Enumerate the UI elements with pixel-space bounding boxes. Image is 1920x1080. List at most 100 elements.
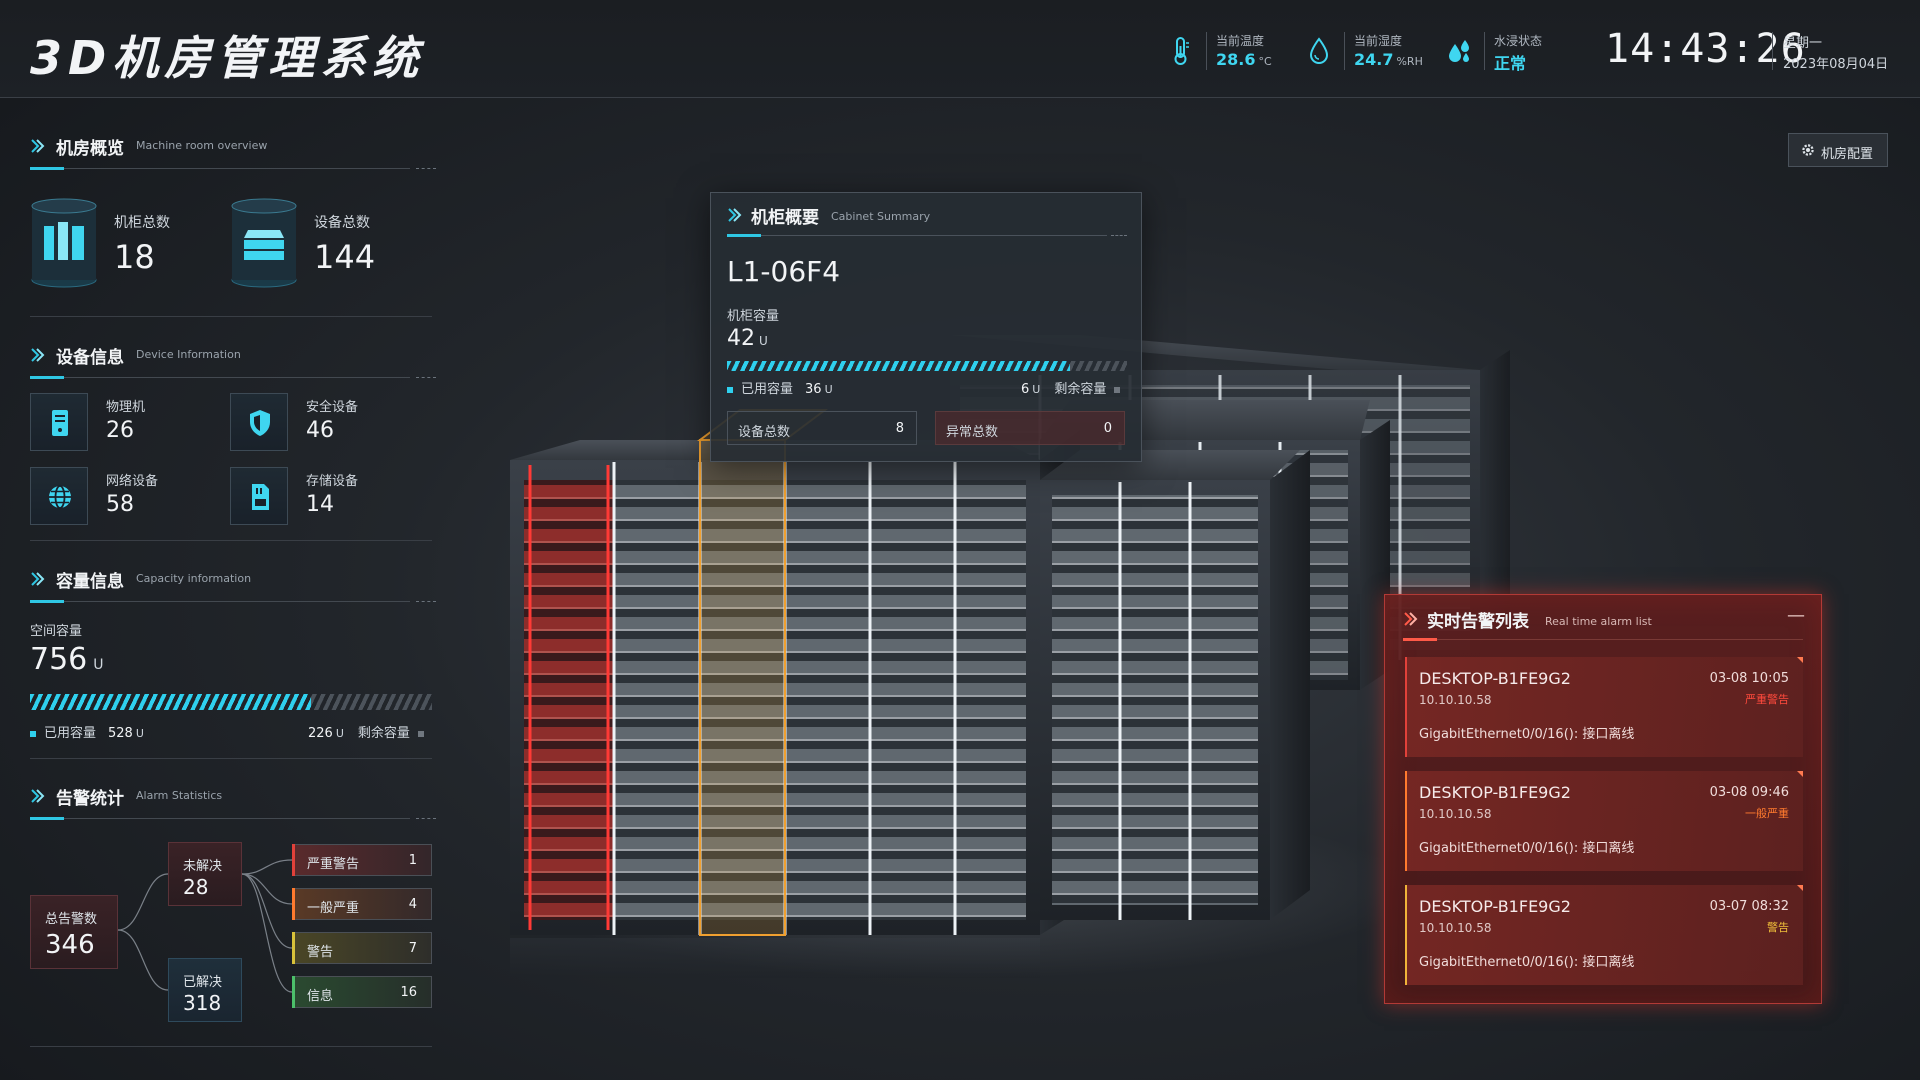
divider — [30, 818, 410, 819]
section-overview-header: 机房概览 Machine room overview — [30, 134, 436, 170]
alarm-host: DESKTOP-B1FE9G2 — [1419, 897, 1571, 916]
divider — [30, 540, 432, 541]
space-capacity-value: 756 U — [30, 642, 104, 677]
alarm-time: 03-08 10:05 — [1709, 671, 1789, 686]
divider — [30, 316, 432, 317]
device-total-label: 设备总数 — [314, 215, 370, 231]
clock-time: 14:43:26 — [1605, 26, 1806, 72]
alarm-ip: 10.10.10.58 — [1419, 693, 1492, 707]
divider-accent — [30, 376, 64, 379]
cabinet-total-label: 机柜总数 — [114, 215, 170, 231]
cabinet-capacity-bar — [727, 361, 1127, 371]
space-capacity-label: 空间容量 — [30, 624, 83, 639]
total-alarms-node[interactable]: 总告警数 346 — [30, 895, 118, 969]
section-title: 告警统计 — [56, 789, 124, 809]
device-label-network: 网络设备 — [106, 474, 159, 489]
alarm-level-info[interactable]: 信息 16 — [292, 976, 432, 1008]
gear-icon — [1802, 144, 1814, 156]
section-subtitle: Alarm Statistics — [136, 789, 223, 802]
humidity-label: 当前湿度 — [1354, 34, 1403, 48]
unresolved-label: 未解决 — [183, 859, 223, 874]
alarm-level-warning[interactable]: 警告 7 — [292, 932, 432, 964]
chevron-right-icon — [728, 208, 742, 222]
room-config-button[interactable]: 机房配置 — [1788, 133, 1888, 167]
alarm-level: 警告 — [1767, 921, 1789, 934]
cabinet-cylinder-icon — [31, 198, 97, 288]
divider — [1484, 32, 1485, 70]
alarm-message: GigabitEthernet0/0/16(): 接口离线 — [1419, 841, 1635, 856]
top-header: 3D机房管理系统 当前温度 28.6 °C 当前湿度 24.7 %RH 水浸状态 正… — [0, 0, 1920, 98]
alarm-panel-title: 实时告警列表 — [1427, 612, 1529, 632]
device-label-physical: 物理机 — [106, 400, 146, 415]
globe-icon — [49, 485, 71, 509]
physical-machine-tile — [30, 393, 88, 451]
humidity-value: 24.7 %RH — [1354, 50, 1423, 69]
alarm-level: 一般严重 — [1745, 807, 1789, 820]
room-config-label: 机房配置 — [1821, 146, 1874, 161]
cabinet-remaining-legend: 6 U 剩余容量 — [1021, 378, 1121, 397]
divider-accent — [727, 234, 761, 237]
alarm-item[interactable]: DESKTOP-B1FE9G2 10.10.10.58 03-08 10:05 … — [1405, 657, 1803, 757]
alarm-message: GigabitEthernet0/0/16(): 接口离线 — [1419, 727, 1635, 742]
divider-dash — [416, 168, 436, 169]
total-alarms-label: 总告警数 — [45, 912, 98, 927]
divider-accent — [1403, 638, 1437, 641]
device-total-value: 144 — [314, 238, 376, 276]
security-device-tile — [230, 393, 288, 451]
resolved-value: 318 — [183, 991, 222, 1015]
alarm-cabinet — [524, 480, 614, 920]
cabinet-capacity-label: 机柜容量 — [727, 309, 780, 324]
cabinet-id: L1-06F4 — [727, 255, 841, 288]
section-title: 设备信息 — [56, 348, 124, 368]
alarm-item[interactable]: DESKTOP-B1FE9G2 10.10.10.58 03-08 09:46 … — [1405, 771, 1803, 871]
divider — [30, 601, 410, 602]
minimize-button[interactable]: — — [1787, 605, 1805, 626]
remaining-capacity-legend: 226 U 剩余容量 — [308, 722, 424, 741]
divider — [1206, 32, 1207, 70]
device-value-physical: 26 — [106, 418, 134, 443]
section-title: 机房概览 — [56, 139, 124, 159]
alarm-time: 03-07 08:32 — [1709, 899, 1789, 914]
chevron-right-icon — [1404, 612, 1418, 626]
section-capacity-header: 容量信息 Capacity information — [30, 567, 436, 603]
cabinet-capacity-fill — [727, 361, 1070, 371]
divider — [30, 168, 410, 169]
section-alarm-stats-header: 告警统计 Alarm Statistics — [30, 784, 436, 820]
shield-icon — [250, 410, 270, 436]
alarm-item[interactable]: DESKTOP-B1FE9G2 10.10.10.58 03-07 08:32 … — [1405, 885, 1803, 985]
divider-dash — [416, 377, 436, 378]
alarm-message: GigabitEthernet0/0/16(): 接口离线 — [1419, 955, 1635, 970]
divider-dash — [1111, 235, 1127, 236]
chevron-right-icon — [31, 789, 45, 803]
divider-dash — [416, 818, 436, 819]
device-value-network: 58 — [106, 492, 134, 517]
water-status-label: 水浸状态 — [1494, 34, 1543, 48]
cabinet-total-value: 18 — [114, 238, 155, 276]
alarm-host: DESKTOP-B1FE9G2 — [1419, 669, 1571, 688]
device-value-storage: 14 — [306, 492, 334, 517]
device-value-security: 46 — [306, 418, 334, 443]
cabinet-device-total-box: 设备总数 8 — [727, 411, 917, 445]
front-cabinet-row — [510, 409, 1080, 978]
weekday: 星期一 — [1783, 36, 1823, 51]
divider — [1344, 32, 1345, 70]
date: 2023年08月04日 — [1783, 57, 1889, 72]
realtime-alarm-panel: 实时告警列表 Real time alarm list — DESKTOP-B1… — [1384, 594, 1822, 1004]
divider — [727, 235, 1107, 236]
alarm-host: DESKTOP-B1FE9G2 — [1419, 783, 1571, 802]
unresolved-alarms-node[interactable]: 未解决 28 — [168, 842, 242, 906]
cabinet-abnormal-total-box: 异常总数 0 — [935, 411, 1125, 445]
section-subtitle: Device Information — [136, 348, 241, 361]
divider-accent — [30, 600, 64, 603]
alarm-level-critical[interactable]: 严重警告 1 — [292, 844, 432, 876]
resolved-alarms-node[interactable]: 已解决 318 — [168, 958, 242, 1022]
alarm-level-major[interactable]: 一般严重 4 — [292, 888, 432, 920]
divider — [1403, 639, 1803, 640]
temperature-label: 当前温度 — [1216, 34, 1265, 48]
water-drops-icon — [1449, 40, 1469, 62]
popup-title: 机柜概要 — [751, 208, 819, 228]
alarm-level: 严重警告 — [1745, 693, 1789, 706]
alarm-ip: 10.10.10.58 — [1419, 807, 1492, 821]
chevron-right-icon — [31, 139, 45, 153]
alarm-ip: 10.10.10.58 — [1419, 921, 1492, 935]
